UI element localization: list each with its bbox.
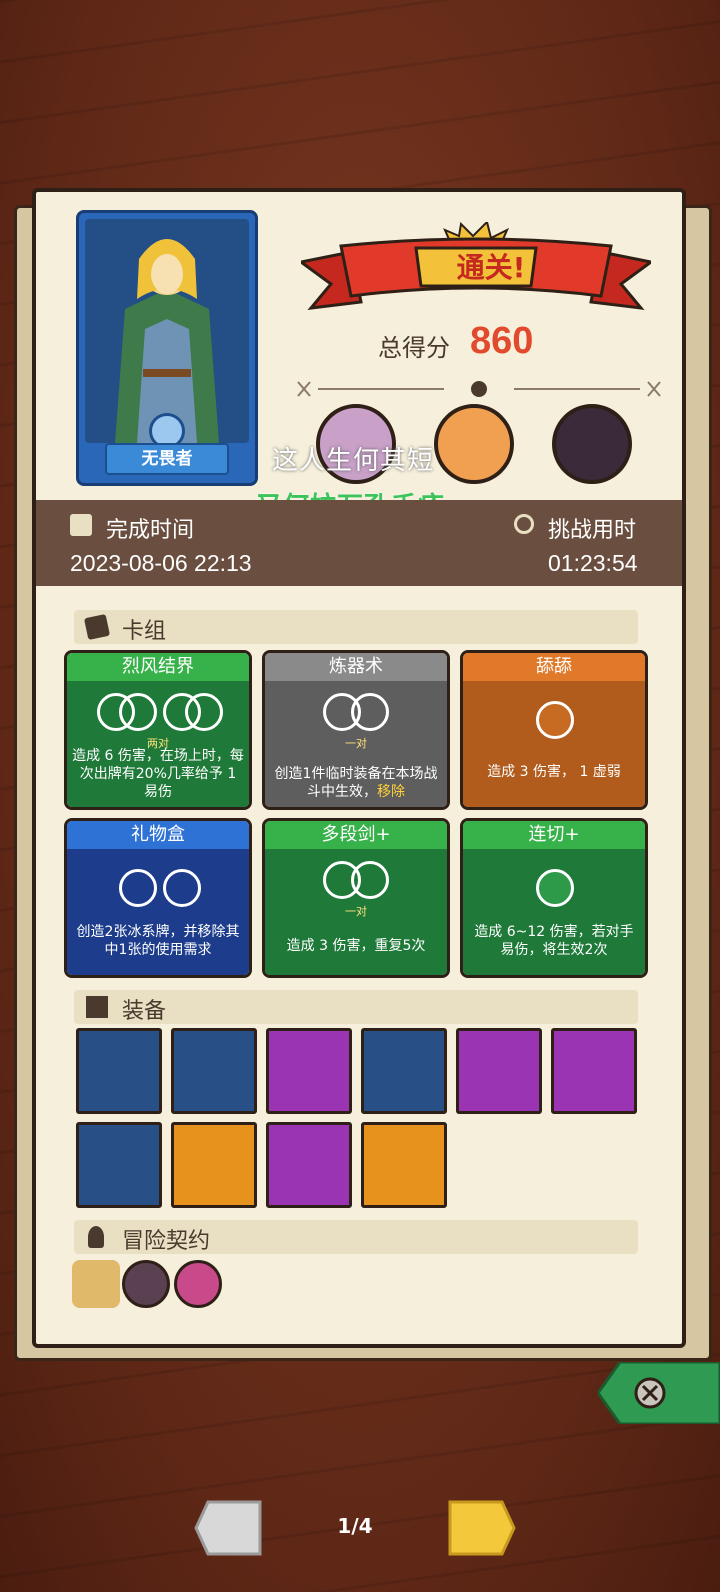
moon-star-icon[interactable] [456,1028,542,1114]
thorn-heart-icon[interactable] [171,1122,257,1208]
complete-time-label: 完成时间 [106,518,195,543]
deck-header: 卡组 [74,610,638,644]
cost-circle-icon [351,861,389,899]
contract-title: 冒险契约 [122,1229,211,1254]
deck-card[interactable]: 连切+ 造成 6~12 伤害，若对手 易伤，将生效2次 [460,818,648,978]
card-cost-type: 一对 [345,737,367,750]
deck-card[interactable]: 炼器术 一对 创造1件临时装备在本场战斗中生效，移除 [262,650,450,810]
cost-circle-icon [119,693,157,731]
card-name: 烈风结界 [67,653,249,681]
card-description: 创造1件临时装备在本场战斗中生效， [274,766,438,800]
cards-icon [83,613,111,641]
boss-portrait-2[interactable] [434,404,514,484]
hero-name: 无畏者 [105,443,229,475]
deck-title: 卡组 [122,619,167,644]
contract-header: 冒险契约 [74,1220,638,1254]
deck-card[interactable]: 多段剑+ 一对 造成 3 伤害，重复5次 [262,818,450,978]
complete-time-value: 2023-08-06 22:13 [70,550,252,576]
flower-seal-icon[interactable] [174,1260,222,1308]
skull-seal-icon[interactable] [122,1260,170,1308]
leaf-element-icon [536,869,574,907]
victory-title: 通关! [456,251,526,284]
ornament-divider [297,381,661,397]
fire-element-icon [536,701,574,739]
card-name: 炼器术 [265,653,447,681]
snowflake-gear-icon[interactable] [76,1122,162,1208]
stopwatch-icon [514,514,534,534]
water-drop-icon [119,869,157,907]
moss-tablet-icon[interactable] [361,1122,447,1208]
cube-icon [86,996,108,1018]
cost-circle-icon [185,693,223,731]
card-description: 创造2张冰系牌，并移除其中1张的使用需求 [76,924,240,958]
horned-skull-mask-icon[interactable] [76,1028,162,1114]
time-band: 完成时间 2023-08-06 22:13 挑战用时 01:23:54 [36,500,682,586]
deck-card[interactable]: 烈风结界 两对 造成 6 伤害，在场上时，每次出牌有20%几率给予 1 易伤 [64,650,252,810]
card-name: 礼物盒 [67,821,249,849]
card-description: 造成 6~12 伤害，若对手 易伤，将生效2次 [474,924,634,958]
cost-circle-icon [351,693,389,731]
card-keyword: 移除 [377,784,405,800]
person-icon [88,1226,104,1248]
purple-gauntlet-icon[interactable] [171,1028,257,1114]
scroll-icon[interactable] [72,1260,120,1308]
hero-portrait[interactable]: 无畏者 [76,210,258,486]
card-name: 多段剑+ [265,821,447,849]
boss-portrait-3[interactable] [552,404,632,484]
bat-helmet-icon[interactable] [266,1122,352,1208]
blue-diamond-icon[interactable] [361,1028,447,1114]
deck-card[interactable]: 礼物盒 创造2张冰系牌，并移除其中1张的使用需求 [64,818,252,978]
card-name: 连切+ [463,821,645,849]
equipment-header: 装备 [74,990,638,1024]
card-cost-type: 一对 [345,905,367,918]
next-page-button[interactable] [448,1500,516,1556]
card-name: 舔舔 [463,653,645,681]
prev-page-button[interactable] [194,1500,262,1556]
overlay-caption-1: 这人生何其短 [272,446,435,476]
score-label: 总得分 [378,334,450,362]
result-panel: 无畏者 通关! 总得分 860 这人生何其短 又何妨万孔千疮 完成时间 2023… [32,188,686,1348]
card-description: 造成 6 伤害，在场上时，每次出牌有20%几率给予 1 易伤 [72,748,244,800]
challenge-time-label: 挑战用时 [548,518,637,543]
calendar-icon [70,514,92,536]
card-description: 造成 3 伤害，重复5次 [286,938,426,954]
deck-card[interactable]: 舔舔 造成 3 伤害， 1 虚弱 [460,650,648,810]
card-description: 造成 3 伤害， 1 虚弱 [487,764,621,780]
equipment-title: 装备 [122,999,167,1024]
page-indicator: 1/4 [337,1514,373,1538]
hero-illustration [85,219,249,443]
spiked-dice-icon[interactable] [551,1028,637,1114]
ruby-amulet-icon[interactable] [266,1028,352,1114]
challenge-time-value: 01:23:54 [548,550,638,576]
score-value: 860 [470,320,534,362]
water-drop-icon [163,869,201,907]
close-button[interactable] [598,1362,720,1424]
